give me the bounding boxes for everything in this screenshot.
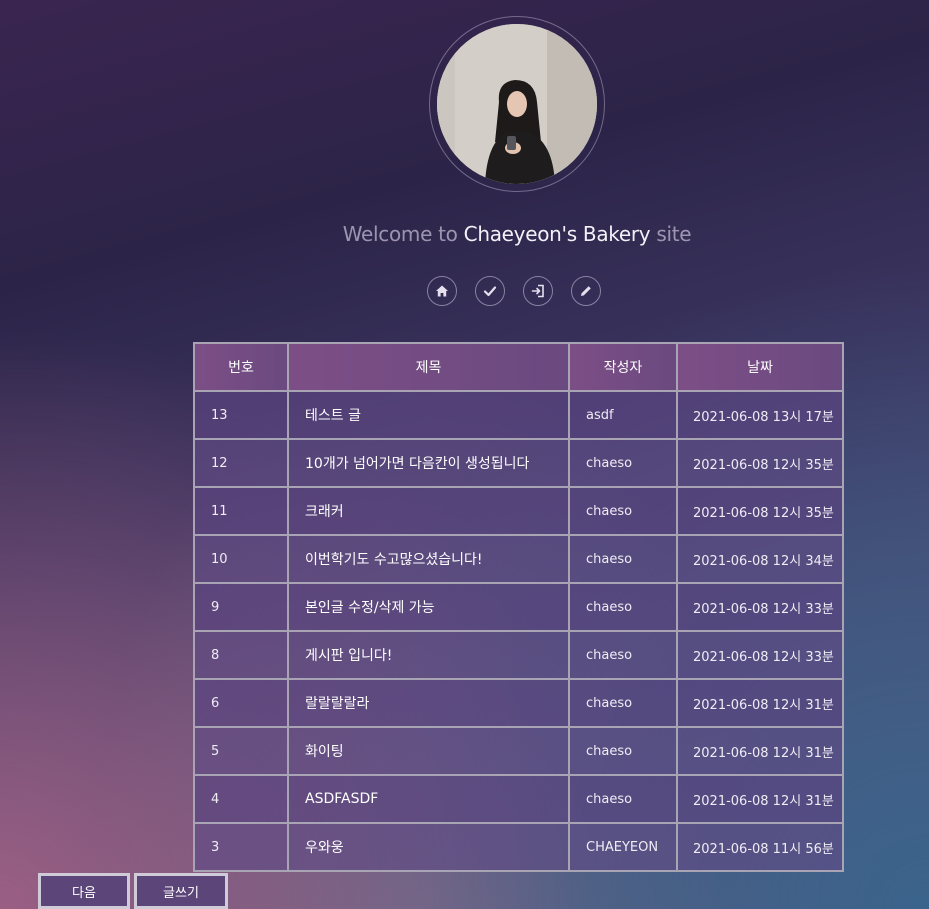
cell-author: chaeso [568,726,678,776]
board-table: 번호 제목 작성자 날짜 13 테스트 글 asdf 2021-06-08 13… [193,342,844,872]
cell-title-link[interactable]: ASDFASDF [287,774,570,824]
cell-title-link[interactable]: 본인글 수정/삭제 가능 [287,582,570,632]
cell-author: chaeso [568,486,678,536]
welcome-prefix: Welcome to [342,222,464,246]
cell-title-link[interactable]: 크래커 [287,486,570,536]
cell-number: 11 [193,486,289,536]
cell-author: chaeso [568,774,678,824]
cell-number: 4 [193,774,289,824]
cell-date: 2021-06-08 12시 35분 [676,486,844,536]
cell-title-link[interactable]: 10개가 넘어가면 다음칸이 생성됩니다 [287,438,570,488]
pencil-icon [581,286,591,296]
table-row[interactable]: 3 우와웅 CHAEYEON 2021-06-08 11시 56분 [193,822,844,872]
welcome-text: Welcome to Chaeyeon's Bakery site [0,222,929,246]
header-date: 날짜 [676,342,844,392]
cell-date: 2021-06-08 12시 35분 [676,438,844,488]
cell-number: 10 [193,534,289,584]
cell-author: chaeso [568,438,678,488]
cell-number: 9 [193,582,289,632]
cell-date: 2021-06-08 12시 31분 [676,774,844,824]
cell-title-link[interactable]: 랄랄랄랄라 [287,678,570,728]
cell-title-link[interactable]: 우와웅 [287,822,570,872]
table-row[interactable]: 13 테스트 글 asdf 2021-06-08 13시 17분 [193,390,844,440]
table-header-row: 번호 제목 작성자 날짜 [193,342,844,392]
table-row[interactable]: 12 10개가 넘어가면 다음칸이 생성됩니다 chaeso 2021-06-0… [193,438,844,488]
write-button-icon[interactable] [571,276,601,306]
cell-date: 2021-06-08 12시 31분 [676,726,844,776]
nav-icons [427,276,601,306]
cell-title-link[interactable]: 화이팅 [287,726,570,776]
avatar [437,24,597,184]
header-author: 작성자 [568,342,678,392]
table-row[interactable]: 11 크래커 chaeso 2021-06-08 12시 35분 [193,486,844,536]
cell-author: CHAEYEON [568,822,678,872]
welcome-suffix: site [650,222,692,246]
table-row[interactable]: 4 ASDFASDF chaeso 2021-06-08 12시 31분 [193,774,844,824]
cell-date: 2021-06-08 12시 34분 [676,534,844,584]
cell-number: 13 [193,390,289,440]
cell-number: 5 [193,726,289,776]
cell-number: 6 [193,678,289,728]
write-post-button[interactable]: 글쓰기 [134,873,228,909]
home-icon [436,285,448,297]
site-name: Chaeyeon's Bakery [463,222,651,246]
table-row[interactable]: 8 게시판 입니다! chaeso 2021-06-08 12시 33분 [193,630,844,680]
cell-date: 2021-06-08 12시 33분 [676,630,844,680]
cell-date: 2021-06-08 12시 31분 [676,678,844,728]
table-row[interactable]: 6 랄랄랄랄라 chaeso 2021-06-08 12시 31분 [193,678,844,728]
cell-author: asdf [568,390,678,440]
cell-date: 2021-06-08 11시 56분 [676,822,844,872]
home-button[interactable] [427,276,457,306]
cell-number: 3 [193,822,289,872]
cell-author: chaeso [568,582,678,632]
avatar-photo [437,24,597,184]
table-row[interactable]: 10 이번학기도 수고많으셨습니다! chaeso 2021-06-08 12시… [193,534,844,584]
cell-title-link[interactable]: 게시판 입니다! [287,630,570,680]
cell-author: chaeso [568,678,678,728]
next-page-button[interactable]: 다음 [38,873,130,909]
check-button[interactable] [475,276,505,306]
cell-author: chaeso [568,534,678,584]
sign-in-icon [531,284,544,298]
header-number: 번호 [193,342,289,392]
table-row[interactable]: 5 화이팅 chaeso 2021-06-08 12시 31분 [193,726,844,776]
sign-in-button[interactable] [523,276,553,306]
cell-date: 2021-06-08 13시 17분 [676,390,844,440]
table-row[interactable]: 9 본인글 수정/삭제 가능 chaeso 2021-06-08 12시 33분 [193,582,844,632]
cell-date: 2021-06-08 12시 33분 [676,582,844,632]
check-icon [483,286,497,297]
cell-number: 12 [193,438,289,488]
cell-number: 8 [193,630,289,680]
header-title: 제목 [287,342,570,392]
cell-author: chaeso [568,630,678,680]
cell-title-link[interactable]: 테스트 글 [287,390,570,440]
cell-title-link[interactable]: 이번학기도 수고많으셨습니다! [287,534,570,584]
